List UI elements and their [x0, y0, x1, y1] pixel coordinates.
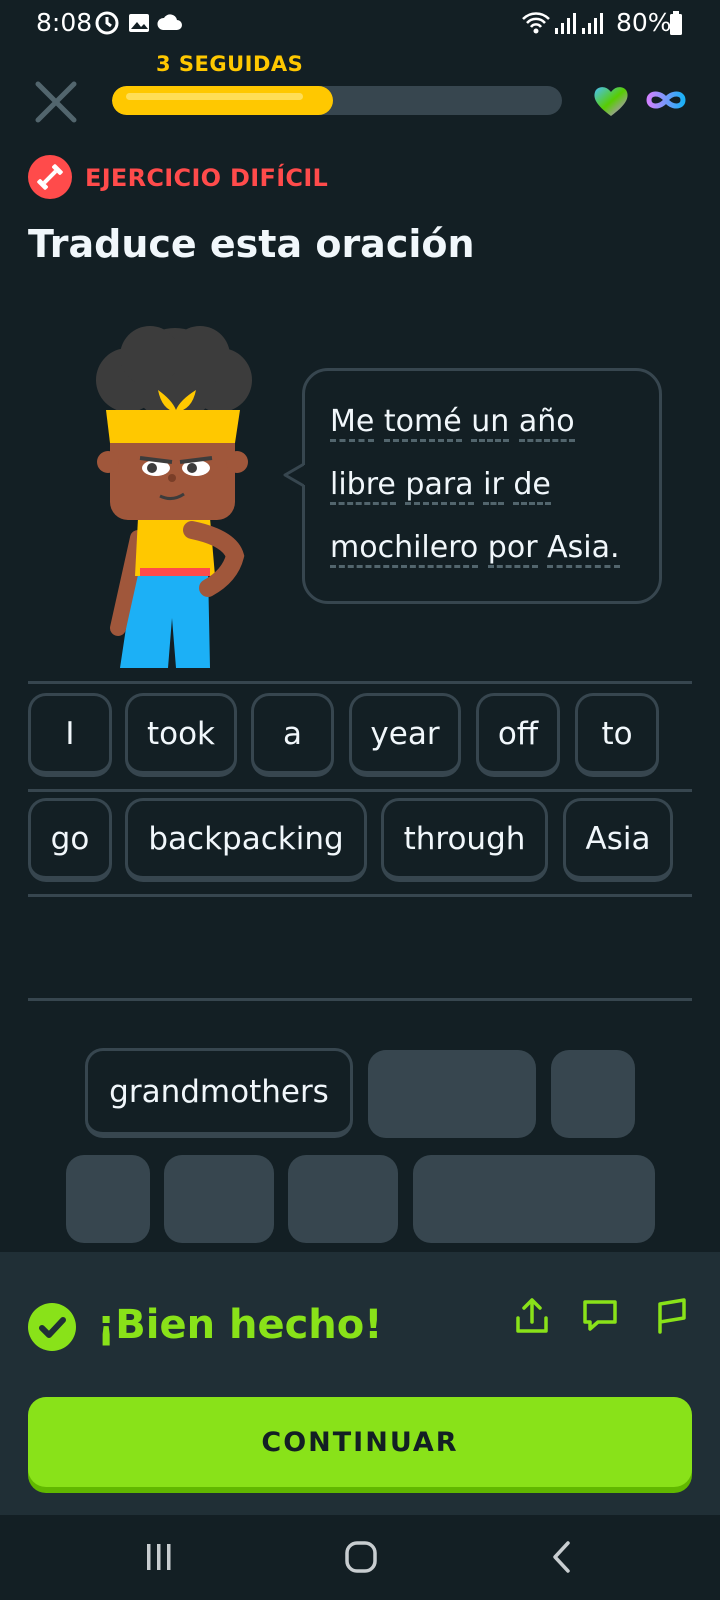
answer-word-chip[interactable]: through [381, 798, 548, 882]
sentence-word[interactable]: un [471, 404, 510, 442]
word-bank-empty-slot [551, 1050, 635, 1138]
battery-percent: 80% [616, 8, 672, 37]
hard-exercise-label: EJERCICIO DIFÍCIL [85, 164, 329, 192]
signal-icon [582, 13, 603, 34]
status-time: 8:08 [36, 8, 93, 37]
lesson-progress-bar [112, 86, 562, 115]
answer-line [28, 998, 692, 1001]
sentence-word[interactable]: mochilero [330, 530, 479, 568]
system-nav-bar [0, 1515, 720, 1600]
answer-word-chip[interactable]: backpacking [125, 798, 367, 882]
sentence-word[interactable]: año [518, 404, 575, 442]
sentence-word[interactable]: libre [330, 467, 396, 505]
sentence-word[interactable]: Me [330, 404, 375, 442]
source-sentence: Me tomé un año libre para ir de mochilero … [330, 390, 650, 579]
status-bar: 8:08 80% [0, 0, 720, 46]
sentence-line: mochilero por Asia. [330, 516, 650, 579]
page-title: Traduce esta oración [28, 222, 475, 266]
sentence-line: Me tomé un año [330, 390, 650, 453]
heart-icon[interactable] [592, 84, 630, 118]
share-icon[interactable] [512, 1296, 552, 1336]
answer-word-chip[interactable]: I [28, 693, 112, 777]
sentence-line: libre para ir de [330, 453, 650, 516]
sentence-word[interactable]: ir [483, 467, 504, 505]
image-icon [129, 14, 149, 32]
close-icon[interactable] [34, 80, 78, 124]
dumbbell-icon [28, 155, 72, 199]
answer-word-chip[interactable]: Asia [563, 798, 673, 882]
wifi-icon [522, 12, 550, 34]
sentence-word[interactable]: tomé [383, 404, 462, 442]
sentence-word[interactable]: para [405, 467, 474, 505]
infinity-icon[interactable] [644, 88, 688, 112]
progress-fill [112, 86, 333, 115]
word-bank-chip[interactable]: grandmothers [85, 1048, 353, 1138]
word-bank-empty-slot [368, 1050, 536, 1138]
progress-highlight [126, 93, 303, 100]
back-icon[interactable] [550, 1540, 574, 1574]
answer-word-chip[interactable]: year [349, 693, 461, 777]
sentence-word[interactable]: de [513, 467, 551, 505]
streak-label: 3 SEGUIDAS [156, 52, 304, 76]
answer-word-chip[interactable]: a [251, 693, 334, 777]
recent-apps-icon[interactable] [144, 1541, 174, 1573]
battery-icon [670, 11, 682, 35]
signal-icon [555, 13, 576, 34]
checkmark-icon [28, 1303, 76, 1351]
sentence-word[interactable]: Asia. [547, 530, 620, 568]
word-bank-empty-slot [66, 1155, 150, 1243]
answer-line [28, 894, 692, 897]
answer-word-chip[interactable]: to [575, 693, 659, 777]
cloud-icon [157, 14, 182, 30]
continue-button[interactable]: CONTINUAR [28, 1397, 692, 1487]
word-bank-empty-slot [288, 1155, 398, 1243]
answer-line [28, 789, 692, 792]
word-bank-empty-slot [164, 1155, 274, 1243]
sync-icon [95, 11, 119, 35]
answer-word-chip[interactable]: took [125, 693, 237, 777]
home-icon[interactable] [343, 1539, 379, 1575]
comment-icon[interactable] [580, 1296, 620, 1336]
character-illustration [96, 326, 252, 668]
sentence-word[interactable]: por [487, 530, 538, 568]
feedback-message: ¡Bien hecho! [97, 1302, 383, 1348]
word-bank-empty-slot [413, 1155, 655, 1243]
speech-bubble-tail [283, 462, 309, 488]
report-flag-icon[interactable] [652, 1296, 692, 1336]
answer-word-chip[interactable]: go [28, 798, 112, 882]
answer-word-chip[interactable]: off [476, 693, 560, 777]
answer-line [28, 681, 692, 684]
